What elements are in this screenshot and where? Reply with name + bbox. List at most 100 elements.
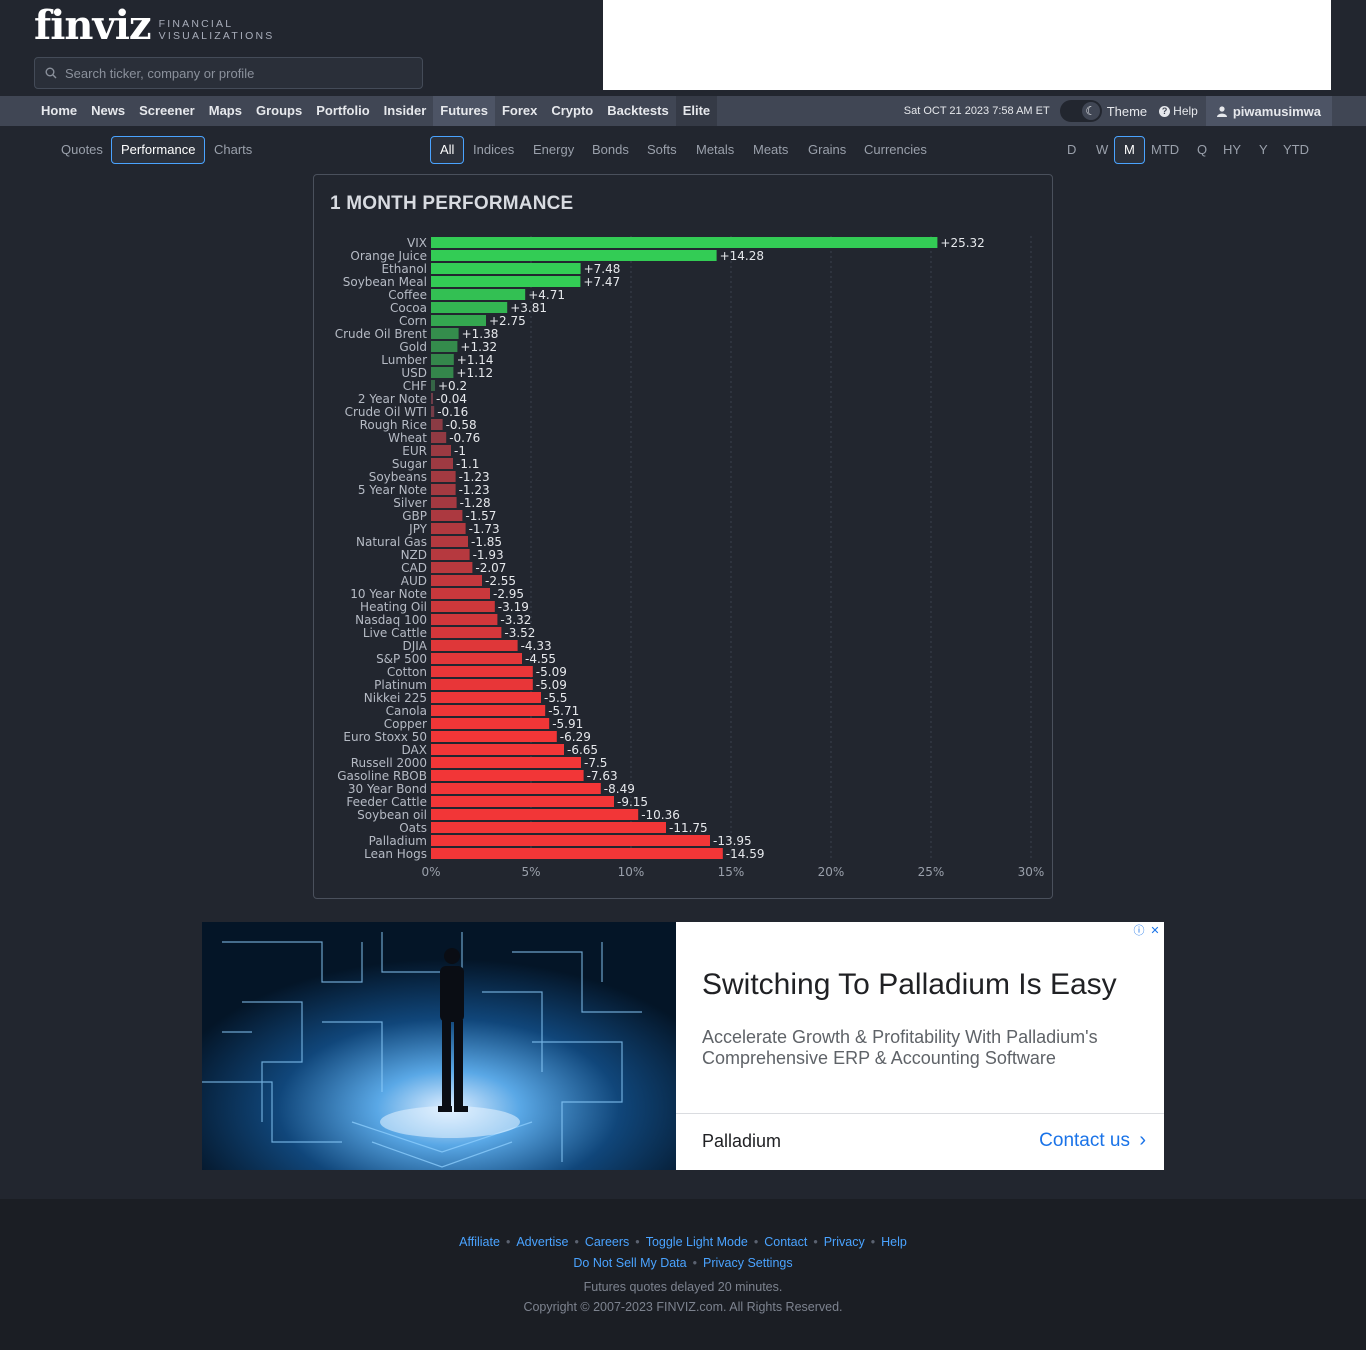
- nav-item-futures[interactable]: Futures: [433, 96, 495, 126]
- footer-separator: •: [692, 1256, 697, 1270]
- nav-item-forex[interactable]: Forex: [495, 96, 544, 126]
- chart-bar: [431, 822, 666, 833]
- chart-category-label: Live Cattle: [363, 626, 427, 640]
- chart-x-tick-label: 20%: [818, 865, 845, 879]
- footer-link-privacy-settings[interactable]: Privacy Settings: [703, 1256, 793, 1270]
- chart-value-label: -1.57: [465, 509, 496, 523]
- chart-category-label: Crude Oil Brent: [335, 327, 428, 341]
- chart-value-label: -1.28: [460, 496, 491, 510]
- chart-bar: [431, 419, 443, 430]
- chart-bar: [431, 705, 546, 716]
- nav-item-elite[interactable]: Elite: [675, 96, 718, 126]
- view-tab-quotes[interactable]: Quotes: [51, 136, 113, 164]
- category-tab-grains[interactable]: Grains: [798, 136, 856, 164]
- category-tab-currencies[interactable]: Currencies: [854, 136, 937, 164]
- nav-item-insider[interactable]: Insider: [377, 96, 434, 126]
- chart-bar: [431, 497, 457, 508]
- category-tab-bonds[interactable]: Bonds: [582, 136, 639, 164]
- chart-category-label: GBP: [402, 509, 427, 523]
- chart-bar: [431, 471, 456, 482]
- finviz-logo[interactable]: finviz FINANCIAL VISUALIZATIONS: [34, 6, 274, 46]
- category-tab-indices[interactable]: Indices: [463, 136, 524, 164]
- chart-bar: [431, 783, 601, 794]
- footer-separator: •: [753, 1235, 759, 1249]
- nav-item-crypto[interactable]: Crypto: [544, 96, 600, 126]
- nav-item-maps[interactable]: Maps: [202, 96, 249, 126]
- chart-bar: [431, 510, 463, 521]
- chart-bar: [431, 289, 526, 300]
- chart-value-label: -4.33: [521, 639, 552, 653]
- ad-headline[interactable]: Switching To Palladium Is Easy: [702, 968, 1117, 1002]
- chart-value-label: -1: [454, 444, 466, 458]
- info-icon[interactable]: ⓘ: [1132, 924, 1146, 938]
- nav-item-home[interactable]: Home: [34, 96, 84, 126]
- period-tab-mtd[interactable]: MTD: [1141, 136, 1189, 164]
- chart-value-label: -7.5: [584, 756, 607, 770]
- chart-value-label: -6.29: [560, 730, 591, 744]
- chart-x-tick-label: 10%: [618, 865, 645, 879]
- category-tab-softs[interactable]: Softs: [637, 136, 687, 164]
- chart-bar: [431, 692, 541, 703]
- view-tab-performance[interactable]: Performance: [111, 136, 206, 164]
- chart-category-label: Gasoline RBOB: [337, 769, 427, 783]
- chart-bar: [431, 484, 456, 495]
- chart-x-tick-label: 30%: [1018, 865, 1045, 879]
- footer-link-toggle-light-mode[interactable]: Toggle Light Mode: [646, 1235, 748, 1249]
- chart-value-label: -5.5: [544, 691, 567, 705]
- theme-toggle[interactable]: ☾: [1059, 100, 1102, 122]
- user-icon: [1216, 105, 1227, 117]
- chart-value-label: -0.76: [449, 431, 480, 445]
- nav-item-portfolio[interactable]: Portfolio: [309, 96, 376, 126]
- user-menu[interactable]: piwamusimwa: [1205, 96, 1332, 126]
- chart-category-label: Platinum: [374, 678, 427, 692]
- view-tab-charts[interactable]: Charts: [204, 136, 262, 164]
- chart-category-label: Soybeans: [369, 470, 427, 484]
- chart-category-label: Ethanol: [381, 262, 427, 276]
- footer-separator: •: [635, 1235, 640, 1249]
- chart-bar: [431, 432, 447, 443]
- nav-item-news[interactable]: News: [84, 96, 132, 126]
- category-tab-energy[interactable]: Energy: [523, 136, 584, 164]
- chart-value-label: -5.91: [552, 717, 583, 731]
- period-tab-ytd[interactable]: YTD: [1273, 136, 1319, 164]
- footer-links-secondary: Do Not Sell My Data • Privacy Settings: [0, 1256, 1366, 1270]
- performance-bar-chart: 0% 5% 10% 15% 20% 25% 30% VIX +25.32 Orange Juice…: [335, 236, 1045, 879]
- footer-link-privacy[interactable]: Privacy: [824, 1235, 865, 1249]
- footer-link-careers[interactable]: Careers: [585, 1235, 629, 1249]
- chart-bar: [431, 315, 486, 326]
- moon-icon: ☾: [1081, 102, 1100, 120]
- theme-label[interactable]: Theme: [1107, 104, 1147, 119]
- chart-value-label: +14.28: [720, 249, 764, 263]
- nav-item-backtests[interactable]: Backtests: [600, 96, 675, 126]
- footer-link-contact[interactable]: Contact: [764, 1235, 807, 1249]
- chart-bar: [431, 731, 557, 742]
- palladium-ad[interactable]: Switching To Palladium Is Easy Accelerat…: [202, 922, 1164, 1170]
- category-tab-all[interactable]: All: [430, 136, 465, 164]
- nav-item-groups[interactable]: Groups: [249, 96, 309, 126]
- chart-bar: [431, 276, 581, 287]
- help-link[interactable]: ? Help: [1159, 104, 1198, 118]
- ad-contact-button[interactable]: Contact us: [1039, 1130, 1130, 1152]
- chart-x-tick-label: 15%: [718, 865, 745, 879]
- nav-item-screener[interactable]: Screener: [132, 96, 202, 126]
- chart-bar: [431, 640, 518, 651]
- chart-value-label: -4.55: [525, 652, 556, 666]
- search-input[interactable]: Search ticker, company or profile: [34, 57, 423, 89]
- close-icon[interactable]: ✕: [1148, 924, 1162, 938]
- footer-link-advertise[interactable]: Advertise: [516, 1235, 568, 1249]
- chart-bar: [431, 757, 581, 768]
- footer-link-do-not-sell-my-data[interactable]: Do Not Sell My Data: [573, 1256, 686, 1270]
- category-tab-meats[interactable]: Meats: [743, 136, 798, 164]
- chart-category-label: Heating Oil: [360, 600, 427, 614]
- chart-category-label: JPY: [408, 522, 428, 536]
- chart-category-label: Natural Gas: [356, 535, 427, 549]
- footer-link-help[interactable]: Help: [881, 1235, 907, 1249]
- period-tab-d[interactable]: D: [1057, 136, 1086, 164]
- chart-value-label: -5.09: [536, 665, 567, 679]
- category-tab-metals[interactable]: Metals: [686, 136, 744, 164]
- chart-category-label: Lean Hogs: [364, 847, 427, 861]
- period-tab-hy[interactable]: HY: [1213, 136, 1251, 164]
- chart-bar: [431, 744, 564, 755]
- chart-value-label: -2.07: [475, 561, 506, 575]
- footer-link-affiliate[interactable]: Affiliate: [459, 1235, 500, 1249]
